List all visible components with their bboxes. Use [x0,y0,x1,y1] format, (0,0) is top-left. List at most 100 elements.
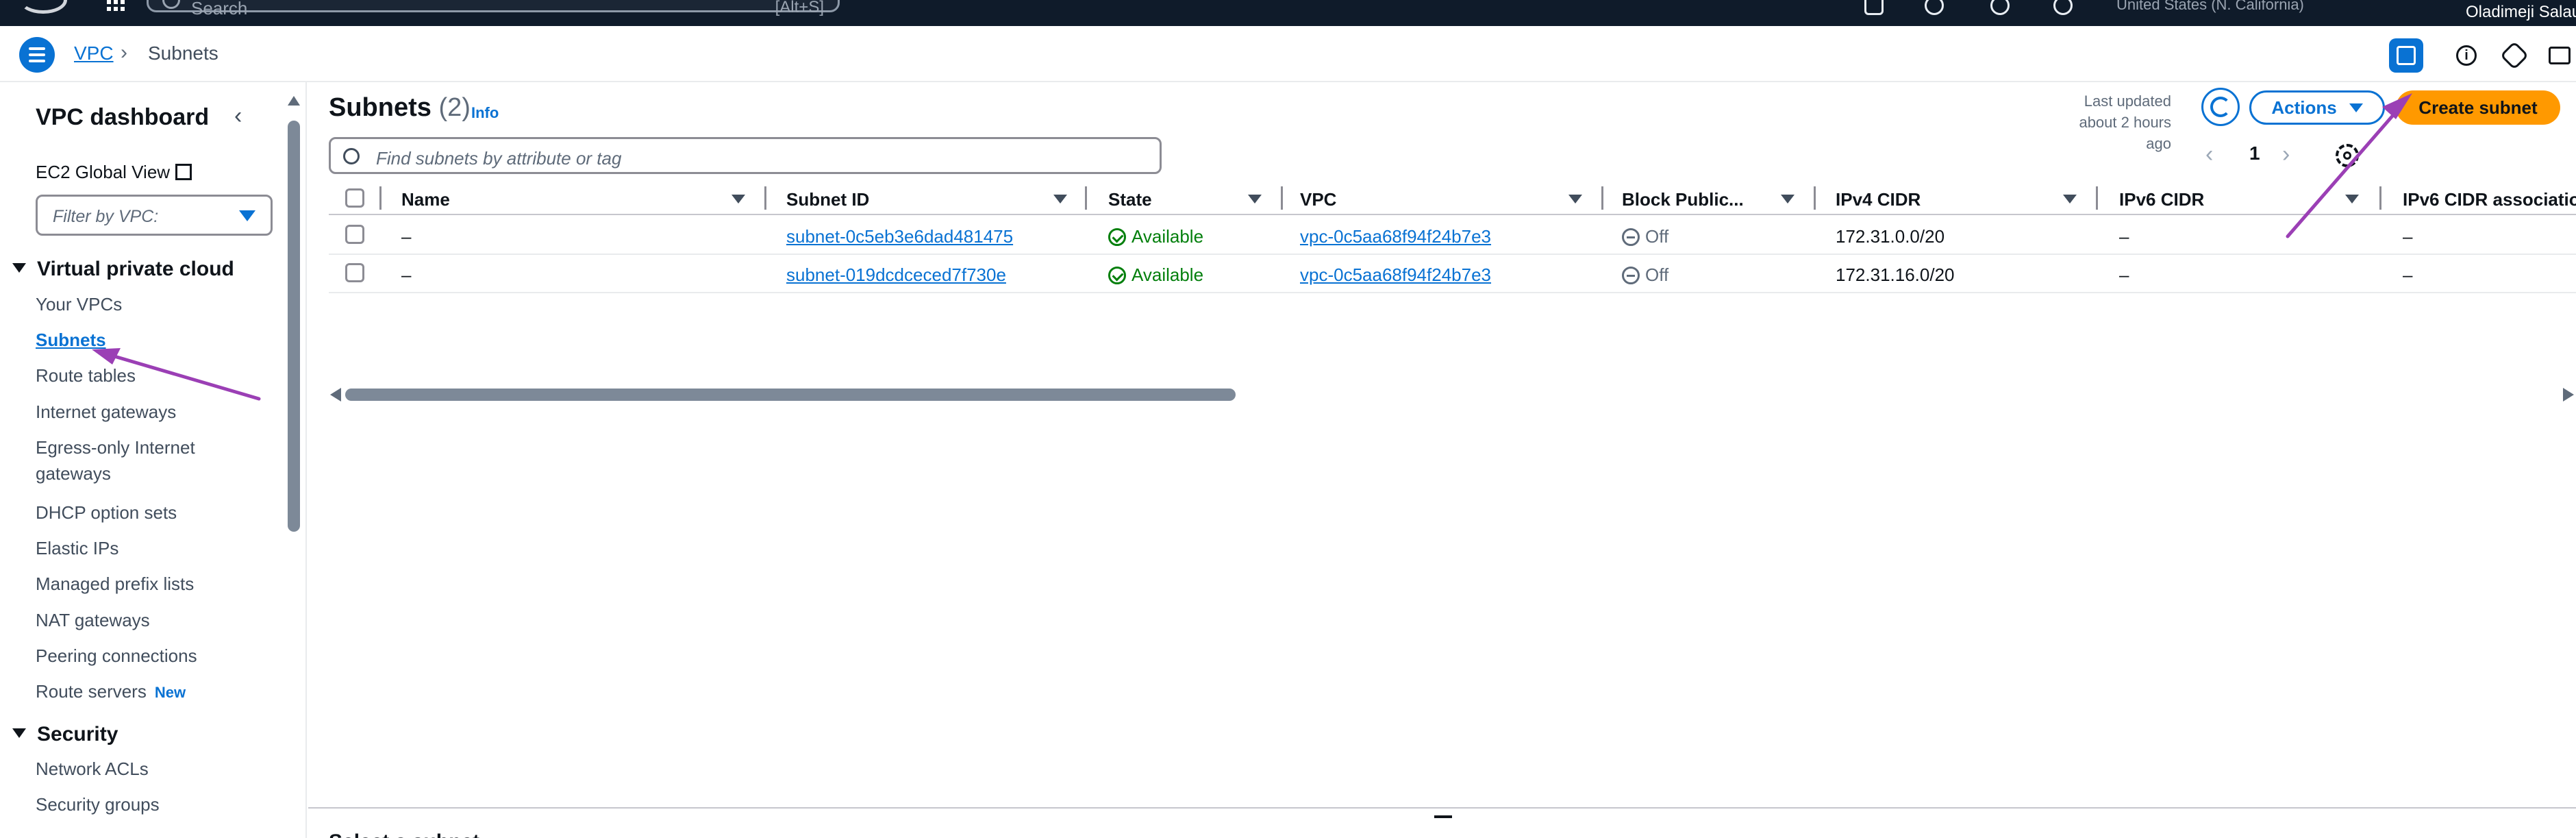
column-header-subnet-id[interactable]: Subnet ID [786,189,869,210]
services-grid-icon[interactable] [107,0,125,11]
sidebar-item-route-tables[interactable]: Route tables [36,362,136,389]
global-search-input[interactable]: Search [Alt+S] [147,0,840,19]
row-checkbox[interactable] [345,263,364,282]
cell-vpc-link[interactable]: vpc-0c5aa68f94f24b7e3 [1300,264,1491,286]
section-security[interactable]: Security [12,723,118,746]
sidebar-item-egress-only-internet-gateways[interactable]: Egress-only Internet [36,434,195,460]
create-subnet-button[interactable]: Create subnet [2396,90,2560,125]
column-divider[interactable] [1281,186,1283,210]
last-updated: Last updated about 2 hours ago [2055,90,2171,154]
row-checkbox[interactable] [345,225,364,244]
cell-state: Available [1108,226,1203,247]
info-link[interactable]: Info [471,104,499,122]
table-header: Name Subnet ID State VPC Block Public...… [329,181,2576,215]
cell-ipv6-cidr-association: – [2403,226,2413,247]
sort-caret-icon[interactable] [2063,195,2077,204]
sidebar-item-managed-prefix-lists[interactable]: Managed prefix lists [36,571,194,597]
sidebar-item-elastic-ips[interactable]: Elastic IPs [36,535,118,561]
sort-caret-icon[interactable] [1568,195,1582,204]
scroll-thumb[interactable] [288,121,300,532]
sidebar-item-your-vpcs[interactable]: Your VPCs [36,291,122,317]
sidebar-item-internet-gateways[interactable]: Internet gateways [36,399,176,425]
feedback-icon[interactable] [2497,38,2531,73]
display-settings-icon[interactable] [2542,38,2576,73]
scroll-up-icon[interactable] [288,96,300,106]
column-header-state[interactable]: State [1108,189,1152,210]
actions-button[interactable]: Actions [2249,90,2385,125]
previous-page-icon[interactable]: ‹ [2205,141,2213,168]
state-text: Available [1131,264,1204,285]
cell-block-public-access: Off [1622,264,1668,286]
sidebar-item-nat-gateways[interactable]: NAT gateways [36,607,150,633]
select-all-checkbox[interactable] [345,188,364,208]
cell-subnet-id-link[interactable]: subnet-0c5eb3e6dad481475 [786,226,1013,247]
column-header-block-public-access[interactable]: Block Public... [1622,189,1744,210]
table-row[interactable]: – subnet-0c5eb3e6dad481475 Available vpc… [329,217,2576,255]
block-public-text: Off [1645,264,1669,285]
ec2-global-view-link[interactable]: EC2 Global View [36,162,192,183]
column-divider [379,186,382,210]
sidebar-item-network-acls[interactable]: Network ACLs [36,756,149,782]
split-panel-toggle-icon[interactable] [2389,38,2423,73]
search-shortcut: [Alt+S] [775,0,824,16]
column-divider[interactable] [1601,186,1603,210]
column-divider[interactable] [2096,186,2098,210]
cell-ipv4-cidr: 172.31.0.0/20 [1836,226,1945,247]
column-divider[interactable] [1814,186,1816,210]
column-header-ipv6-cidr-association[interactable]: IPv6 CIDR association [2403,189,2576,210]
sidebar-item-egress-only-line2[interactable]: gateways [36,460,111,486]
subnet-count: (2) [438,93,471,122]
refresh-button[interactable] [2201,88,2240,126]
sidebar-item-peering-connections[interactable]: Peering connections [36,643,197,669]
notifications-icon[interactable] [1925,0,1944,15]
cell-vpc-link[interactable]: vpc-0c5aa68f94f24b7e3 [1300,226,1491,247]
info-panel-icon[interactable]: i [2449,38,2484,73]
split-panel-drag-handle[interactable] [1434,815,1452,818]
actions-label: Actions [2271,97,2337,118]
collapse-sidebar-icon[interactable]: ‹ [234,103,242,130]
cell-name: – [401,226,412,247]
column-header-ipv6-cidr[interactable]: IPv6 CIDR [2119,189,2204,210]
region-selector[interactable]: United States (N. California) [2116,0,2304,14]
settings-gear-icon[interactable] [2053,0,2073,15]
column-header-vpc[interactable]: VPC [1300,189,1336,210]
column-header-ipv4-cidr[interactable]: IPv4 CIDR [1836,189,1921,210]
column-header-name[interactable]: Name [401,189,450,210]
sort-caret-icon[interactable] [2345,195,2359,204]
vpc-filter-select[interactable]: Filter by VPC: [36,195,273,236]
subnet-search-input[interactable]: Find subnets by attribute or tag [329,137,1162,174]
new-badge: New [154,684,186,701]
aws-logo[interactable] [19,0,67,14]
aws-top-nav: Search [Alt+S] United States (N. Califor… [0,0,2576,26]
help-icon[interactable] [1990,0,2010,15]
hamburger-menu-icon[interactable] [19,37,55,73]
scroll-right-icon[interactable] [2563,388,2574,402]
table-horizontal-scrollbar[interactable] [329,388,2576,402]
breadcrumb-vpc-link[interactable]: VPC [74,42,114,64]
next-page-icon[interactable]: › [2282,141,2290,168]
sort-caret-icon[interactable] [1781,195,1795,204]
sort-caret-icon[interactable] [1248,195,1262,204]
sidebar-item-route-servers[interactable]: Route servers New [36,678,186,706]
column-divider[interactable] [764,186,766,210]
sidebar-scrollbar[interactable] [286,96,300,838]
current-page[interactable]: 1 [2249,143,2260,164]
cell-subnet-id-link[interactable]: subnet-019dcdceced7f730e [786,264,1006,286]
table-row[interactable]: – subnet-019dcdceced7f730e Available vpc… [329,255,2576,293]
column-divider[interactable] [2379,186,2381,210]
sidebar-item-dhcp-option-sets[interactable]: DHCP option sets [36,500,177,526]
cloudshell-icon[interactable] [1864,0,1884,15]
sort-caret-icon[interactable] [1053,195,1067,204]
sort-caret-icon[interactable] [731,195,745,204]
column-divider[interactable] [1085,186,1087,210]
sidebar-item-subnets[interactable]: Subnets [36,327,106,353]
scroll-thumb[interactable] [345,389,1236,401]
expand-triangle-icon [12,728,26,738]
section-virtual-private-cloud[interactable]: Virtual private cloud [12,258,234,281]
sidebar-title[interactable]: VPC dashboard [36,104,209,131]
account-menu[interactable]: Oladimeji Salau [2466,3,2576,22]
sidebar-item-security-groups[interactable]: Security groups [36,791,160,817]
table-preferences-gear-icon[interactable] [2336,144,2359,167]
check-circle-icon [1108,267,1126,284]
scroll-left-icon[interactable] [330,388,341,402]
